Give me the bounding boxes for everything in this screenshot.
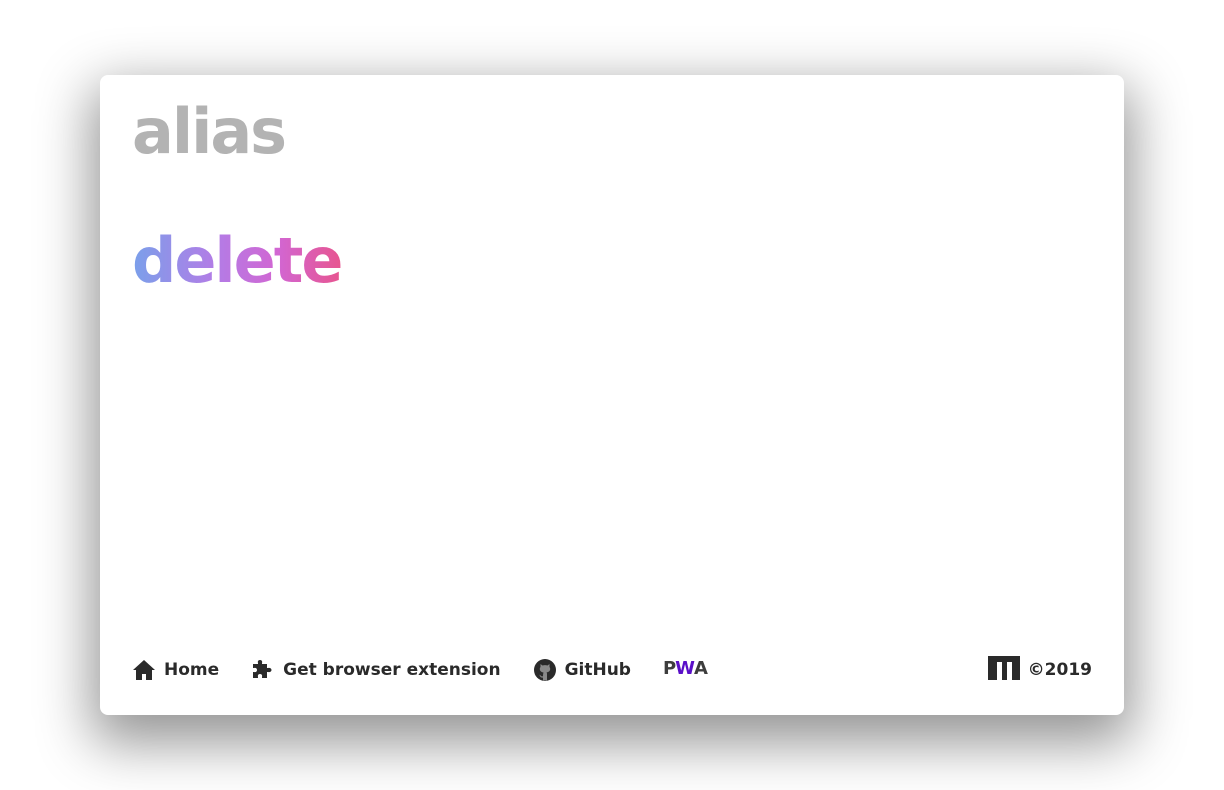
puzzle-icon xyxy=(251,658,275,682)
browser-extension-label: Get browser extension xyxy=(283,660,501,680)
pwa-a: A xyxy=(694,657,708,679)
pwa-badge[interactable]: PWA xyxy=(662,657,708,679)
browser-extension-link[interactable]: Get browser extension xyxy=(251,658,501,682)
copyright-text: ©2019 xyxy=(1027,660,1092,680)
github-icon xyxy=(533,658,557,682)
github-link-label: GitHub xyxy=(564,660,631,680)
home-link-label: Home xyxy=(164,660,220,680)
home-link[interactable]: Home xyxy=(132,659,219,681)
footer: Home Get browser extension GitHub P W A … xyxy=(132,655,1092,685)
delete-action[interactable]: delete xyxy=(132,230,343,292)
m-logo-icon[interactable] xyxy=(987,656,1020,684)
footer-right: ©2019 xyxy=(987,656,1092,684)
pwa-p: P xyxy=(662,657,676,679)
pwa-w: W xyxy=(675,657,695,679)
footer-links: Home Get browser extension GitHub P W A xyxy=(132,658,739,682)
main-card: alias delete Home Get browser extension xyxy=(100,75,1124,715)
alias-title: alias xyxy=(132,95,287,168)
home-icon xyxy=(132,659,156,681)
github-link[interactable]: GitHub xyxy=(533,658,631,682)
